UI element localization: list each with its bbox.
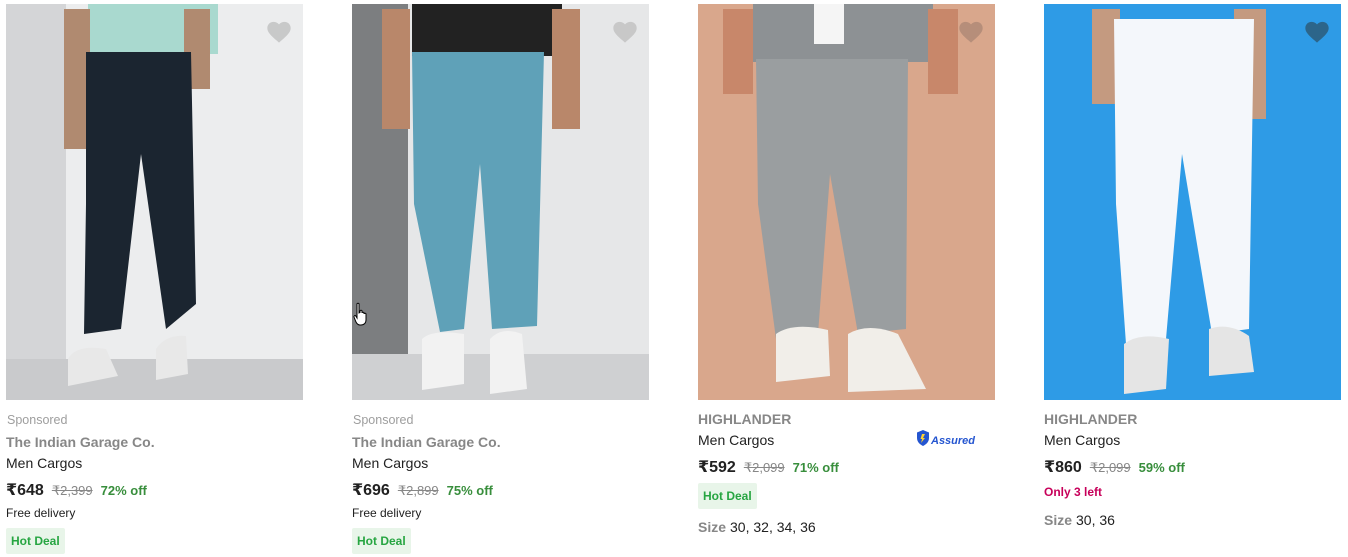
original-price: ₹2,899 (397, 483, 439, 498)
heart-icon[interactable] (265, 18, 293, 44)
size-values: 30, 32, 34, 36 (730, 519, 816, 535)
product-title[interactable]: Men Cargos (6, 455, 82, 471)
stock-note: Only 3 left (1044, 485, 1103, 499)
original-price: ₹2,399 (51, 483, 93, 498)
product-card[interactable]: HIGHLANDER Men Cargos Assured ₹592 ₹2,09… (698, 0, 995, 557)
shield-check-icon (916, 430, 930, 451)
brand-name: HIGHLANDER (1044, 411, 1138, 427)
product-image[interactable] (352, 4, 649, 400)
product-card[interactable]: HIGHLANDER Men Cargos ₹860 ₹2,099 59% of… (1044, 0, 1341, 557)
delivery-info: Free delivery (352, 506, 422, 520)
product-card[interactable]: Sponsored The Indian Garage Co. Men Carg… (6, 0, 303, 557)
brand-name: HIGHLANDER (698, 411, 792, 427)
heart-icon[interactable] (1303, 18, 1331, 44)
size-label: Size (1044, 512, 1073, 528)
price-row: ₹696 ₹2,899 75% off (352, 480, 493, 500)
selling-price: ₹648 (6, 482, 44, 499)
price-row: ₹860 ₹2,099 59% off (1044, 457, 1185, 477)
selling-price: ₹696 (352, 482, 390, 499)
assured-badge: Assured (916, 430, 975, 451)
heart-icon[interactable] (611, 18, 639, 44)
product-title[interactable]: Men Cargos (698, 432, 774, 448)
brand-name: The Indian Garage Co. (352, 434, 501, 450)
product-image[interactable] (6, 4, 303, 400)
sponsored-label: Sponsored (7, 413, 68, 427)
heart-icon[interactable] (957, 18, 985, 44)
hot-deal-badge: Hot Deal (352, 528, 411, 554)
size-info: Size 30, 32, 34, 36 (698, 519, 816, 535)
price-row: ₹648 ₹2,399 72% off (6, 480, 147, 500)
product-image[interactable] (1044, 4, 1341, 400)
product-title[interactable]: Men Cargos (352, 455, 428, 471)
discount-percent: 75% off (446, 483, 493, 498)
selling-price: ₹592 (698, 459, 736, 476)
product-image[interactable] (698, 4, 995, 400)
hot-deal-badge: Hot Deal (6, 528, 65, 554)
product-title[interactable]: Men Cargos (1044, 432, 1120, 448)
size-values: 30, 36 (1076, 512, 1115, 528)
size-info: Size 30, 36 (1044, 512, 1115, 528)
selling-price: ₹860 (1044, 459, 1082, 476)
assured-label: Assured (931, 434, 976, 447)
size-label: Size (698, 519, 727, 535)
brand-name: The Indian Garage Co. (6, 434, 155, 450)
price-row: ₹592 ₹2,099 71% off (698, 457, 839, 477)
discount-percent: 59% off (1138, 460, 1185, 475)
discount-percent: 71% off (792, 460, 839, 475)
delivery-info: Free delivery (6, 506, 76, 520)
hot-deal-badge: Hot Deal (698, 483, 757, 509)
original-price: ₹2,099 (743, 460, 785, 475)
discount-percent: 72% off (100, 483, 147, 498)
original-price: ₹2,099 (1089, 460, 1131, 475)
sponsored-label: Sponsored (353, 413, 414, 427)
product-card[interactable]: Sponsored The Indian Garage Co. Men Carg… (352, 0, 649, 557)
